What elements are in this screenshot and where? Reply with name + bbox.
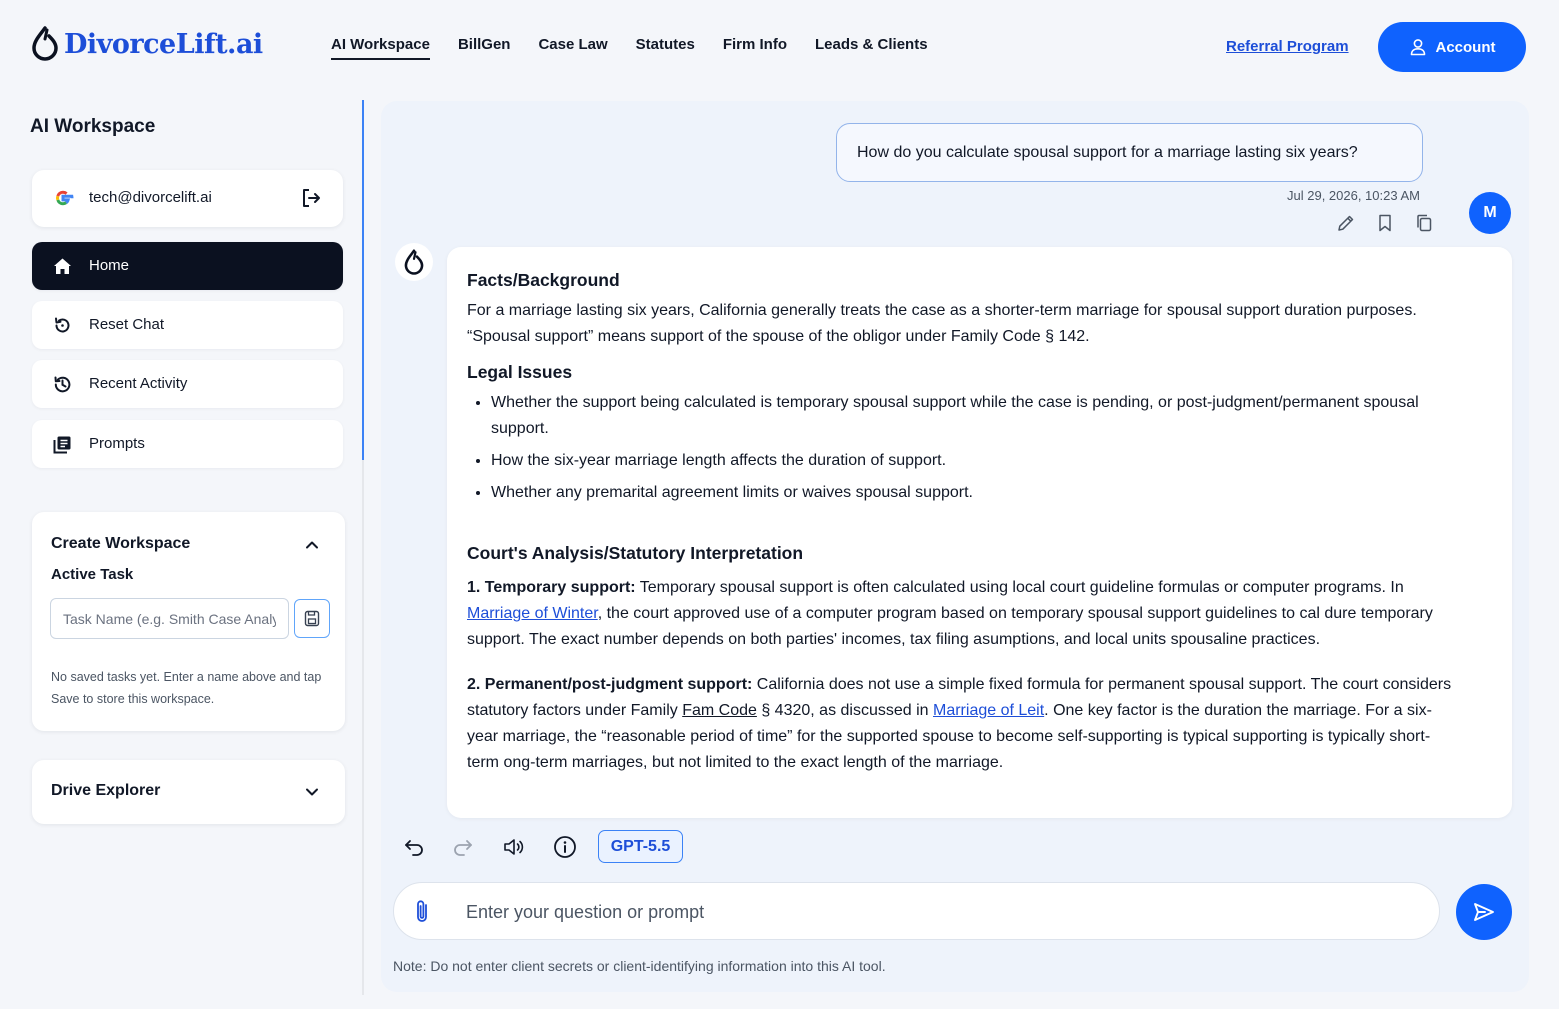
user-message-text: How do you calculate spousal support for… xyxy=(857,143,1358,161)
analysis-point-permanent: 2. Permanent/post-judgment support: Cali… xyxy=(467,672,1457,776)
logout-icon[interactable] xyxy=(300,187,322,209)
home-icon xyxy=(54,258,71,274)
user-icon xyxy=(1410,39,1425,56)
create-workspace-title: Create Workspace xyxy=(51,535,191,552)
sidebar-item-recent-activity[interactable]: Recent Activity xyxy=(32,360,343,408)
point-text: § 4320, as discussed in xyxy=(756,702,933,719)
account-button[interactable]: Account xyxy=(1378,22,1526,72)
main-nav: AI Workspace BillGen Case Law Statutes F… xyxy=(331,36,928,60)
undo-icon[interactable] xyxy=(402,835,426,859)
nav-billgen[interactable]: BillGen xyxy=(458,36,511,60)
facts-heading: Facts/Background xyxy=(467,270,620,290)
assistant-answer-card: Facts/Background For a marriage lasting … xyxy=(447,247,1512,818)
account-label: Account xyxy=(1435,38,1496,56)
reset-icon xyxy=(55,317,70,333)
list-item: How the six-year marriage length affects… xyxy=(491,448,1457,474)
save-icon xyxy=(304,610,320,627)
google-account-card: tech@divorcelift.ai xyxy=(32,170,343,227)
message-actions xyxy=(1336,213,1434,233)
sidebar-item-label: Reset Chat xyxy=(89,316,165,333)
point-label: 1. Temporary support: xyxy=(467,579,636,596)
nav-ai-workspace[interactable]: AI Workspace xyxy=(331,36,430,60)
workspace-hint: No saved tasks yet. Enter a name above a… xyxy=(51,670,322,706)
answer-content: Facts/Background For a marriage lasting … xyxy=(467,267,1457,785)
drive-explorer-title: Drive Explorer xyxy=(51,782,161,799)
brand-name: DivorceLift.ai xyxy=(64,28,263,60)
brand-logo[interactable]: DivorceLift.ai xyxy=(30,26,263,62)
task-name-input[interactable] xyxy=(50,598,289,639)
paperclip-icon[interactable] xyxy=(413,898,431,926)
user-message-bubble: How do you calculate spousal support for… xyxy=(836,123,1423,182)
google-icon xyxy=(56,190,74,206)
user-avatar[interactable]: M xyxy=(1469,192,1511,234)
speaker-icon[interactable] xyxy=(502,835,526,859)
point-label: 2. Permanent/post-judgment support: xyxy=(467,676,753,693)
info-icon[interactable] xyxy=(553,835,577,859)
facts-text: For a marriage lasting six years, Califo… xyxy=(467,302,1417,345)
google-email: tech@divorcelift.ai xyxy=(89,189,212,206)
create-workspace-panel: Create Workspace Active Task No saved ta… xyxy=(32,512,345,731)
statute-ref: Fam Code xyxy=(682,702,757,719)
active-task-label: Active Task xyxy=(51,566,134,583)
send-icon xyxy=(1474,903,1494,921)
redo-icon[interactable] xyxy=(451,835,475,859)
chevron-up-icon[interactable] xyxy=(302,535,322,555)
sidebar-scrollbar[interactable] xyxy=(362,100,364,995)
scrollbar-thumb[interactable] xyxy=(362,100,364,460)
sidebar-item-label: Prompts xyxy=(89,435,145,452)
sidebar-item-prompts[interactable]: Prompts xyxy=(32,420,343,468)
nav-case-law[interactable]: Case Law xyxy=(538,36,607,60)
referral-program-link[interactable]: Referral Program xyxy=(1226,38,1349,55)
list-item: Whether the support being calculated is … xyxy=(491,390,1457,442)
case-link-marriage-of-leit[interactable]: Marriage of Leit xyxy=(933,702,1044,719)
privacy-note: Note: Do not enter client secrets or cli… xyxy=(393,958,886,974)
nav-statutes[interactable]: Statutes xyxy=(636,36,695,60)
point-text: Temporary spousal support is often calcu… xyxy=(635,579,1404,596)
list-item: Whether any premarital agreement limits … xyxy=(491,480,1457,506)
top-header: DivorceLift.ai AI Workspace BillGen Case… xyxy=(0,0,1559,96)
prompt-input[interactable] xyxy=(466,893,1416,931)
chevron-down-icon[interactable] xyxy=(302,782,322,802)
drop-logo-icon xyxy=(32,26,58,61)
sidebar-item-home[interactable]: Home xyxy=(32,242,343,290)
prompts-icon xyxy=(53,436,71,454)
sidebar-item-label: Home xyxy=(89,257,130,274)
edit-icon[interactable] xyxy=(1336,213,1356,233)
sidebar-item-reset-chat[interactable]: Reset Chat xyxy=(32,301,343,349)
drive-explorer-panel[interactable]: Drive Explorer xyxy=(32,760,345,824)
send-button[interactable] xyxy=(1456,884,1512,940)
message-timestamp: Jul 29, 2026, 10:23 AM xyxy=(1287,188,1420,203)
analysis-heading: Court's Analysis/Statutory Interpretatio… xyxy=(467,543,804,563)
sidebar-item-label: Recent Activity xyxy=(89,375,188,392)
copy-icon[interactable] xyxy=(1414,213,1434,233)
nav-leads-clients[interactable]: Leads & Clients xyxy=(815,36,928,60)
model-selector[interactable]: GPT-5.5 xyxy=(598,830,683,863)
save-task-button[interactable] xyxy=(294,599,330,638)
history-icon xyxy=(54,376,71,393)
nav-firm-info[interactable]: Firm Info xyxy=(723,36,787,60)
prompt-composer xyxy=(393,882,1440,940)
assistant-avatar xyxy=(395,243,433,281)
sidebar-title: AI Workspace xyxy=(30,116,156,137)
bookmark-icon[interactable] xyxy=(1375,213,1395,233)
point-text: , the court approved use of a computer p… xyxy=(597,605,1320,622)
issues-heading: Legal Issues xyxy=(467,362,573,382)
drop-logo-icon xyxy=(404,248,424,275)
issues-list: Whether the support being calculated is … xyxy=(491,390,1457,506)
analysis-point-temporary: 1. Temporary support: Temporary spousal … xyxy=(467,575,1457,653)
case-link-marriage-of-winter[interactable]: Marriage of Winter xyxy=(467,605,598,622)
